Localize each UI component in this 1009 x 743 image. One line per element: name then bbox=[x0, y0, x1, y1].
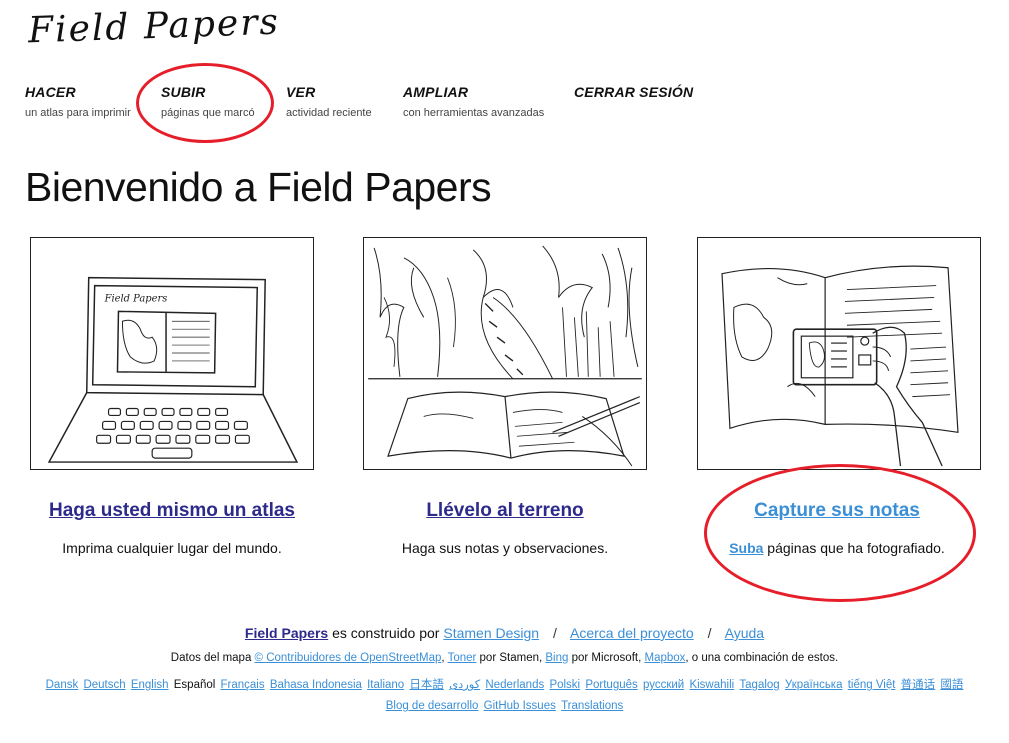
footer-separator: / bbox=[707, 625, 712, 641]
nav-upload-sub: páginas que marcó bbox=[161, 107, 255, 119]
card-title-capture[interactable]: Capture sus notas bbox=[677, 500, 997, 522]
card-title-make-atlas[interactable]: Haga usted mismo un atlas bbox=[12, 500, 332, 522]
language-list: Dansk Deutsch English Español Français B… bbox=[0, 676, 1009, 692]
nav-item-make[interactable]: HACER un atlas para imprimir bbox=[25, 84, 131, 119]
laptop-illustration: Field Papers bbox=[30, 237, 314, 470]
annotation-circle-capture bbox=[704, 464, 976, 602]
svg-text:Field Papers: Field Papers bbox=[104, 293, 168, 304]
lang-link[interactable]: tiếng Việt bbox=[848, 679, 896, 691]
lang-current: Español bbox=[173, 679, 216, 691]
lang-link[interactable]: русский bbox=[643, 679, 684, 691]
nav-item-logout[interactable]: CERRAR SESIÓN bbox=[574, 84, 693, 100]
nav-extend-sub: con herramientas avanzadas bbox=[403, 107, 545, 119]
nav-make-label[interactable]: HACER bbox=[25, 84, 131, 100]
nav-make-sub: un atlas para imprimir bbox=[25, 107, 131, 119]
footer-main: Field Papers es construido por Stamen De… bbox=[0, 625, 1009, 641]
nav-view-sub: actividad reciente bbox=[286, 107, 372, 119]
nav-item-view[interactable]: VER actividad reciente bbox=[286, 84, 372, 119]
credits-suffix: , o una combinación de estos. bbox=[685, 652, 839, 664]
footer-built-by: es construido por bbox=[328, 625, 444, 641]
card-desc-field: Haga sus notas y observaciones. bbox=[401, 540, 609, 556]
lang-link[interactable]: کوردی bbox=[449, 679, 480, 691]
nav-item-extend[interactable]: AMPLIAR con herramientas avanzadas bbox=[403, 84, 544, 119]
dev-links: Blog de desarrollo GitHub Issues Transla… bbox=[0, 700, 1009, 712]
toner-link[interactable]: Toner bbox=[448, 652, 477, 664]
about-link[interactable]: Acerca del proyecto bbox=[570, 625, 694, 641]
nav-item-upload[interactable]: SUBIR páginas que marcó bbox=[161, 84, 255, 119]
lang-link[interactable]: 普通话 bbox=[901, 679, 936, 691]
credits-by-microsoft: por Microsoft, bbox=[568, 652, 645, 664]
credits-by-stamen: por Stamen, bbox=[476, 652, 546, 664]
help-link[interactable]: Ayuda bbox=[725, 625, 764, 641]
main-nav: HACER un atlas para imprimir SUBIR págin… bbox=[0, 84, 1009, 124]
lang-link[interactable]: Deutsch bbox=[83, 679, 125, 691]
card-desc-capture-text: páginas que ha fotografiado. bbox=[763, 540, 945, 556]
card-title-field[interactable]: Llévelo al terreno bbox=[345, 500, 665, 522]
lang-link[interactable]: Nederlands bbox=[485, 679, 544, 691]
card-desc-capture: Suba páginas que ha fotografiado. bbox=[677, 540, 997, 556]
dev-blog-link[interactable]: Blog de desarrollo bbox=[386, 700, 479, 712]
card-desc-make-atlas: Imprima cualquier lugar del mundo. bbox=[62, 540, 282, 556]
lang-link[interactable]: Português bbox=[585, 679, 637, 691]
lang-link[interactable]: Français bbox=[221, 679, 265, 691]
nav-view-label[interactable]: VER bbox=[286, 84, 372, 100]
lang-link[interactable]: Kiswahili bbox=[689, 679, 734, 691]
stamen-link[interactable]: Stamen Design bbox=[443, 625, 539, 641]
lang-link[interactable]: English bbox=[131, 679, 169, 691]
jungle-illustration bbox=[363, 237, 647, 470]
footer-separator: / bbox=[552, 625, 557, 641]
lang-link[interactable]: Polski bbox=[549, 679, 580, 691]
lang-link[interactable]: Tagalog bbox=[739, 679, 779, 691]
mapbox-link[interactable]: Mapbox bbox=[644, 652, 685, 664]
lang-link[interactable]: Dansk bbox=[46, 679, 79, 691]
translations-link[interactable]: Translations bbox=[561, 700, 623, 712]
lang-link[interactable]: Українська bbox=[785, 679, 843, 691]
capture-illustration bbox=[697, 237, 981, 470]
nav-upload-label[interactable]: SUBIR bbox=[161, 84, 255, 100]
osm-link[interactable]: © Contribuidores de OpenStreetMap bbox=[255, 652, 442, 664]
lang-link[interactable]: Bahasa Indonesia bbox=[270, 679, 362, 691]
map-credits: Datos del mapa © Contribuidores de OpenS… bbox=[0, 652, 1009, 664]
github-issues-link[interactable]: GitHub Issues bbox=[484, 700, 556, 712]
lang-link[interactable]: 日本語 bbox=[409, 679, 444, 691]
credits-prefix: Datos del mapa bbox=[170, 652, 255, 664]
footer-brand-link[interactable]: Field Papers bbox=[245, 625, 328, 641]
lang-link[interactable]: Italiano bbox=[367, 679, 404, 691]
page-title: Bienvenido a Field Papers bbox=[25, 164, 492, 210]
site-logo[interactable]: Field Papers bbox=[27, 2, 280, 52]
upload-link[interactable]: Suba bbox=[729, 540, 763, 556]
bing-link[interactable]: Bing bbox=[545, 652, 568, 664]
nav-logout-label[interactable]: CERRAR SESIÓN bbox=[574, 84, 693, 100]
lang-link[interactable]: 國語 bbox=[940, 679, 963, 691]
nav-extend-label[interactable]: AMPLIAR bbox=[403, 84, 544, 100]
